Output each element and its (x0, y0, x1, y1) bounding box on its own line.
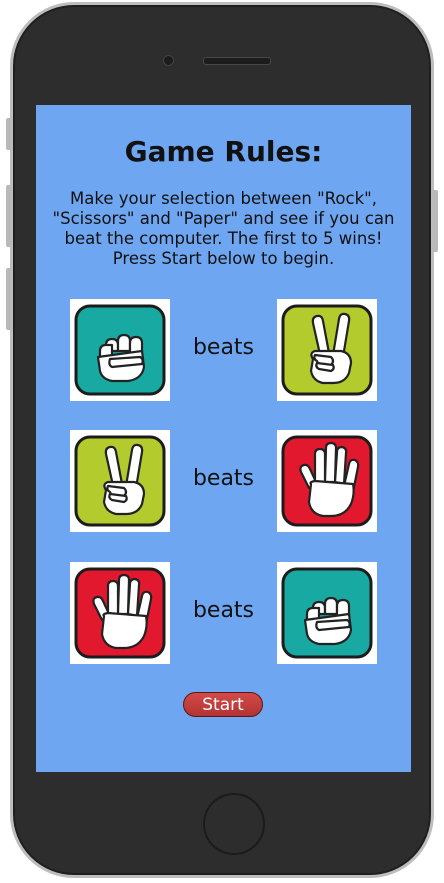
paper-open-hand-icon (281, 435, 373, 527)
scissors-peace-hand-icon (281, 304, 373, 396)
rock-fist-icon (281, 567, 373, 659)
page-title: Game Rules: (124, 135, 323, 168)
scissors-tile (70, 430, 170, 532)
scissors-tile (277, 299, 377, 401)
start-button[interactable]: Start (183, 692, 263, 717)
matchup-row: beats (36, 562, 411, 664)
paper-tile (277, 430, 377, 532)
volume-down-button (6, 268, 12, 330)
power-button (432, 190, 438, 252)
home-button[interactable] (203, 793, 265, 855)
rock-tile (70, 299, 170, 401)
rules-description: Make your selection between "Rock", "Sci… (52, 189, 395, 268)
paper-tile (70, 562, 170, 664)
front-camera (163, 55, 174, 66)
matchup-row: beats (36, 299, 411, 401)
rock-tile (277, 562, 377, 664)
matchup-row: beats (36, 430, 411, 532)
rock-fist-icon (74, 304, 166, 396)
game-screen: Game Rules: Make your selection between … (36, 105, 411, 772)
beats-label: beats (192, 598, 255, 623)
scissors-peace-hand-icon (74, 435, 166, 527)
beats-label: beats (192, 335, 255, 360)
mute-switch (6, 118, 12, 150)
earpiece-speaker (203, 57, 271, 65)
volume-up-button (6, 185, 12, 247)
beats-label: beats (192, 466, 255, 491)
paper-open-hand-icon (74, 567, 166, 659)
